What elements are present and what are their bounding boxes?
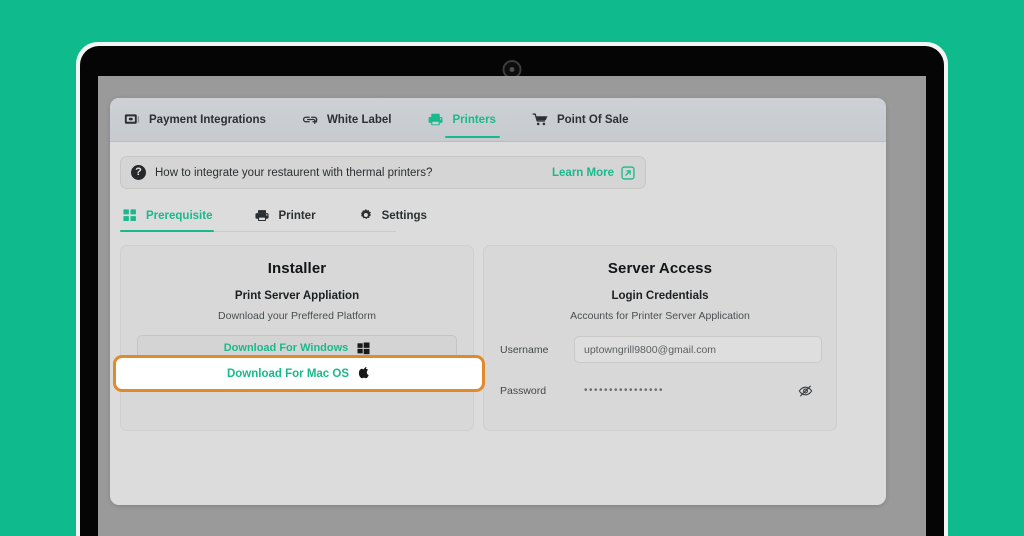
subtab-label: Prerequisite	[146, 209, 213, 222]
laptop-screen: Payment Integrations White Label Printer…	[98, 76, 926, 536]
subtab-settings[interactable]: Settings	[356, 206, 429, 231]
app-panel: Payment Integrations White Label Printer…	[110, 98, 886, 505]
gear-icon	[360, 209, 371, 220]
question-mark-icon: ?	[131, 165, 146, 180]
tab-label: Payment Integrations	[149, 113, 266, 126]
server-access-card-title: Server Access	[607, 260, 713, 277]
grid-squares-icon	[123, 209, 136, 222]
subtab-label: Settings	[381, 209, 427, 222]
tab-label: White Label	[326, 113, 392, 126]
windows-logo-icon	[357, 341, 370, 354]
payment-card-icon	[124, 114, 140, 124]
server-access-card-subtitle: Login Credentials	[611, 290, 709, 302]
banner-text: How to integrate your restaurent with th…	[155, 166, 433, 179]
password-value: ••••••••••••••••	[584, 385, 665, 396]
download-macos-button[interactable]: Download For Mac OS	[113, 355, 485, 392]
apple-logo-icon	[358, 367, 369, 379]
password-row: Password ••••••••••••••••	[500, 377, 824, 404]
username-value: uptowngrill9800@gmail.com	[584, 343, 717, 356]
username-input[interactable]: uptowngrill9800@gmail.com	[574, 336, 822, 363]
shopping-cart-icon	[532, 113, 548, 126]
tab-point-of-sale[interactable]: Point Of Sale	[528, 98, 633, 141]
username-row: Username uptowngrill9800@gmail.com	[500, 336, 824, 363]
server-access-card-description: Accounts for Printer Server Application	[570, 310, 750, 322]
server-access-card: Server Access Login Credentials Accounts…	[483, 245, 837, 431]
username-label: Username	[500, 343, 549, 356]
cards-row: Installer Print Server Appliation Downlo…	[113, 245, 837, 431]
sub-tab-bar: Prerequisite Printer Settings	[120, 206, 427, 232]
tab-white-label[interactable]: White Label	[298, 98, 396, 141]
subtab-printer[interactable]: Printer	[252, 206, 317, 231]
top-tab-bar: Payment Integrations White Label Printer…	[110, 98, 886, 142]
installer-card: Installer Print Server Appliation Downlo…	[113, 245, 485, 431]
laptop-frame: Payment Integrations White Label Printer…	[76, 42, 948, 536]
external-link-icon	[621, 165, 635, 180]
tab-payment-integrations[interactable]: Payment Integrations	[120, 98, 270, 141]
link-chain-icon	[302, 116, 318, 125]
printer-icon	[255, 210, 270, 221]
password-input[interactable]: ••••••••••••••••	[574, 377, 822, 404]
printer-icon	[429, 113, 443, 126]
learn-more-link[interactable]: Learn More	[552, 165, 635, 180]
eye-off-icon[interactable]	[798, 383, 813, 398]
learn-more-label: Learn More	[552, 166, 614, 179]
subtab-prerequisite[interactable]: Prerequisite	[120, 206, 215, 232]
installer-card-description: Download your Preffered Platform	[218, 310, 376, 322]
info-banner: ? How to integrate your restaurent with …	[120, 156, 646, 189]
installer-card-subtitle: Print Server Appliation	[234, 290, 360, 302]
laptop-bezel: Payment Integrations White Label Printer…	[80, 46, 944, 536]
download-macos-label: Download For Mac OS	[226, 367, 350, 380]
installer-card-title: Installer	[267, 260, 327, 277]
tab-label: Point Of Sale	[556, 113, 629, 126]
tab-label: Printers	[452, 113, 496, 126]
tab-printers[interactable]: Printers	[423, 98, 501, 141]
password-label: Password	[500, 384, 547, 397]
subtab-label: Printer	[278, 209, 316, 222]
download-windows-label: Download For Windows	[223, 342, 349, 354]
